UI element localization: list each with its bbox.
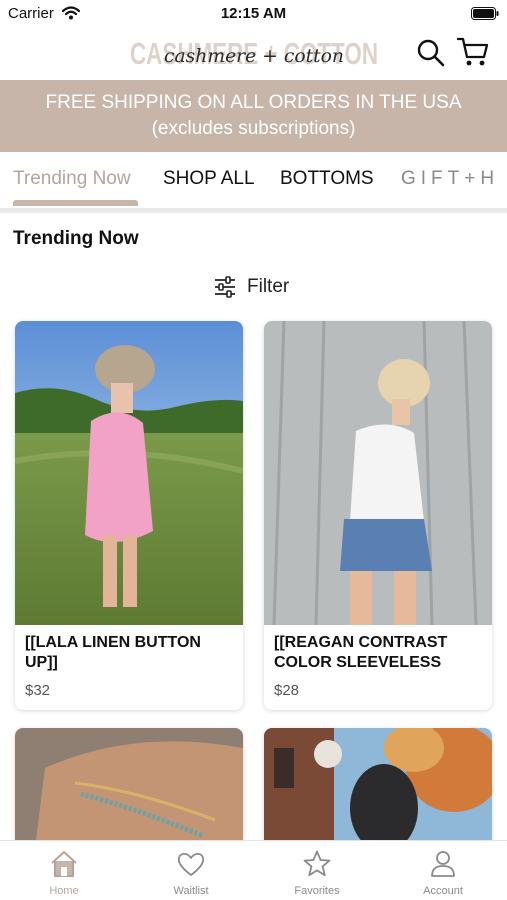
product-image[interactable] (264, 321, 492, 625)
person-icon (431, 851, 455, 877)
tabbar-home[interactable]: Home (14, 841, 114, 900)
product-price: $28 (274, 682, 300, 699)
tabs-divider (0, 208, 507, 213)
tabbar-home-label: Home (49, 885, 79, 897)
product-image[interactable] (15, 321, 243, 625)
tabbar-favorites-label: Favorites (294, 885, 340, 897)
heart-icon (177, 852, 205, 876)
tabbar-account-label: Account (423, 885, 463, 897)
tab-bottoms[interactable]: BOTTOMS (280, 168, 374, 190)
active-tab-indicator (13, 200, 138, 206)
product-image[interactable] (264, 728, 492, 848)
status-time: 12:15 AM (220, 5, 287, 22)
tab-gift[interactable]: GIFT+H (401, 168, 499, 190)
tabbar-waitlist-label: Waitlist (173, 885, 209, 897)
shipping-banner-text: FREE SHIPPING ON ALL ORDERS IN THE USA (… (45, 92, 462, 139)
tab-shop-all[interactable]: SHOP ALL (163, 168, 255, 190)
tab-trending-now[interactable]: Trending Now (13, 168, 131, 190)
product-card[interactable] (264, 728, 492, 848)
bottom-tab-bar: Home Waitlist Favorites Account (0, 840, 507, 900)
brand-logo[interactable]: CASHMERE + COTTON cashmere + cotton (128, 34, 380, 74)
cart-button[interactable] (456, 36, 490, 68)
star-icon (303, 850, 331, 877)
filter-button[interactable]: Filter (213, 274, 289, 300)
product-price: $32 (25, 682, 51, 699)
home-icon (51, 851, 77, 877)
filter-label: Filter (247, 276, 290, 297)
product-card[interactable]: [[REAGAN CONTRAST COLOR SLEEVELESS $28 (264, 321, 492, 710)
tabbar-favorites[interactable]: Favorites (267, 841, 367, 900)
product-image[interactable] (15, 728, 243, 848)
brand-logo-script: cashmere + cotton (164, 45, 344, 67)
app-header: CASHMERE + COTTON cashmere + cotton (0, 28, 507, 80)
product-card[interactable]: [[LALA LINEN BUTTON UP]] $32 (15, 321, 243, 710)
status-bar: Carrier 12:15 AM (0, 0, 507, 28)
product-card[interactable] (15, 728, 243, 848)
tabbar-account[interactable]: Account (393, 841, 493, 900)
category-tabs: Trending Now SHOP ALL BOTTOMS GIFT+H (0, 152, 507, 208)
shipping-banner: FREE SHIPPING ON ALL ORDERS IN THE USA (… (0, 80, 507, 152)
section-title: Trending Now (13, 228, 139, 249)
product-name[interactable]: [[LALA LINEN BUTTON UP]] (25, 633, 237, 673)
sliders-icon (215, 276, 235, 298)
product-name[interactable]: [[REAGAN CONTRAST COLOR SLEEVELESS (274, 633, 486, 673)
tabbar-waitlist[interactable]: Waitlist (141, 841, 241, 900)
search-button[interactable] (416, 38, 446, 68)
battery-icon (471, 7, 499, 20)
